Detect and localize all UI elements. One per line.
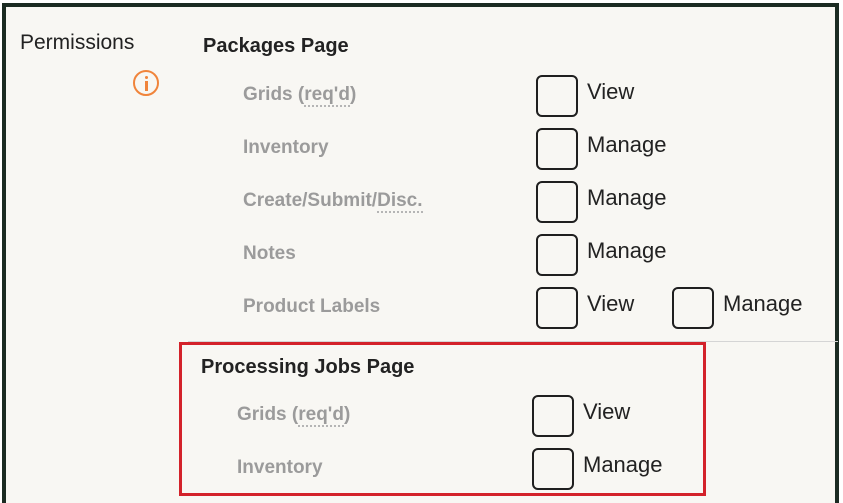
packages-inventory-manage-checkbox[interactable] bbox=[536, 128, 578, 170]
packages-product-labels-manage-checkbox[interactable] bbox=[672, 287, 714, 329]
info-circle-icon[interactable] bbox=[133, 70, 159, 96]
packages-notes-manage-checkbox[interactable] bbox=[536, 234, 578, 276]
packages-grids-view-label: View bbox=[587, 79, 635, 104]
packages-row-label-4: Product Labels bbox=[243, 296, 381, 317]
packages-product-labels-view-checkbox[interactable] bbox=[536, 287, 578, 329]
processing-jobs-page-title: Processing Jobs Page bbox=[201, 356, 415, 378]
packages-row-label-3: Notes bbox=[243, 243, 296, 264]
packages-product-labels-manage-label: Manage bbox=[723, 291, 803, 316]
processing-grids-view-label: View bbox=[583, 399, 631, 424]
packages-row-label-2: Create/Submit/Disc. bbox=[243, 190, 423, 213]
processing-grids-view-checkbox[interactable] bbox=[532, 395, 574, 437]
packages-product-labels-view-label: View bbox=[587, 291, 635, 316]
permissions-label: Permissions bbox=[20, 31, 135, 54]
packages-create-submit-manage-checkbox[interactable] bbox=[536, 181, 578, 223]
packages-row-label-0: Grids (req'd) bbox=[243, 84, 357, 107]
processing-row-label-1: Inventory bbox=[237, 457, 323, 478]
packages-page-title: Packages Page bbox=[203, 35, 349, 57]
packages-inventory-manage-label: Manage bbox=[587, 132, 667, 157]
processing-inventory-manage-checkbox[interactable] bbox=[532, 448, 574, 490]
processing-row-label-0: Grids (req'd) bbox=[237, 404, 351, 427]
packages-notes-manage-label: Manage bbox=[587, 238, 667, 263]
processing-inventory-manage-label: Manage bbox=[583, 452, 663, 477]
packages-row-label-1: Inventory bbox=[243, 137, 329, 158]
packages-grids-view-checkbox[interactable] bbox=[536, 75, 578, 117]
packages-create-submit-manage-label: Manage bbox=[587, 185, 667, 210]
